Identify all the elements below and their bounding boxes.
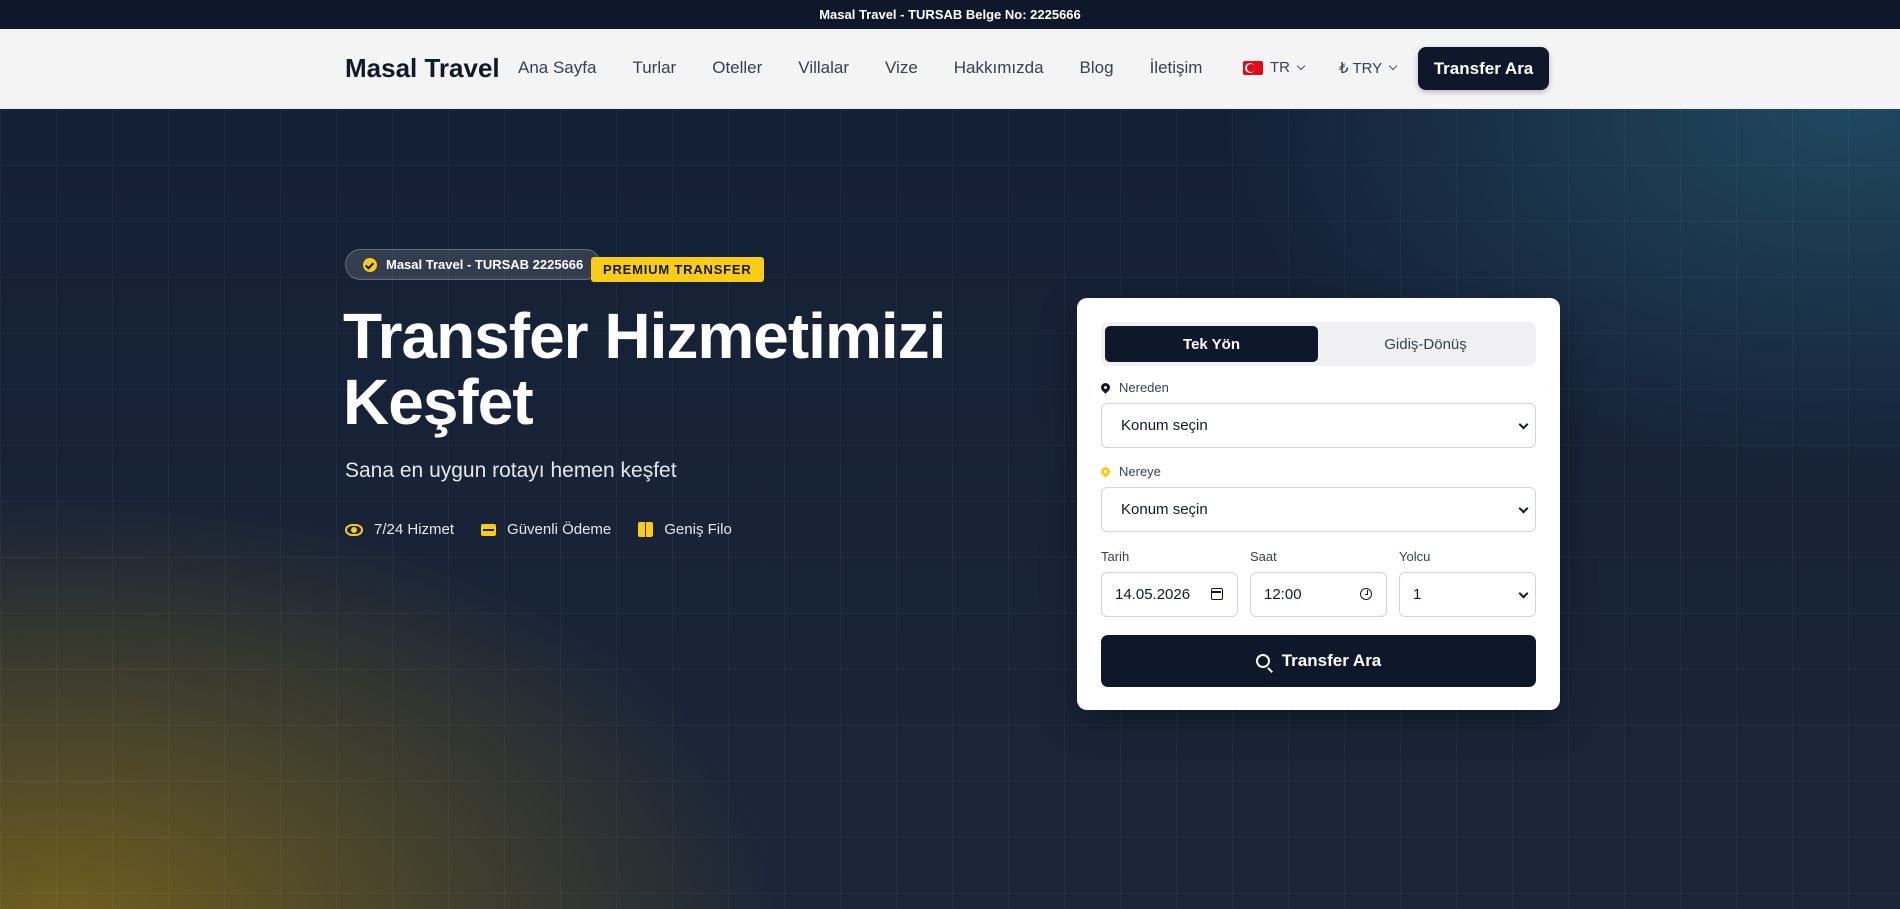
to-label-text: Nereye: [1119, 464, 1161, 479]
to-select[interactable]: Konum seçin: [1101, 487, 1536, 532]
nav-link-villalar[interactable]: Villalar: [798, 58, 849, 78]
box-icon: [638, 522, 654, 537]
to-label: Nereye: [1099, 464, 1161, 479]
transfer-search-label: Transfer Ara: [1281, 651, 1382, 670]
tab-one-way[interactable]: Tek Yön: [1105, 326, 1318, 362]
map-pin-icon: [1099, 465, 1112, 478]
from-select-value: Konum seçin: [1121, 417, 1208, 434]
nav-link-turlar[interactable]: Turlar: [632, 58, 676, 78]
currency-label: ₺ TRY: [1339, 60, 1383, 77]
hero-subtitle: Sana en uygun rotayı hemen keşfet: [345, 459, 677, 482]
trip-type-tabs: Tek Yön Gidiş-Dönüş: [1101, 322, 1536, 366]
feature-label: Güvenli Ödeme: [507, 521, 612, 538]
main-navbar: Masal Travel Ana Sayfa Turlar Oteller Vi…: [0, 29, 1900, 109]
transfer-search-card: Tek Yön Gidiş-Dönüş Nereden Konum seçin …: [1077, 298, 1560, 710]
time-label: Saat: [1250, 549, 1277, 564]
premium-tag: PREMIUM TRANSFER: [591, 257, 764, 282]
time-input[interactable]: 12:00: [1250, 572, 1387, 617]
announcement-bar: Masal Travel - TURSAB Belge No: 2225666: [0, 0, 1900, 29]
header-transfer-search-button[interactable]: Transfer Ara: [1418, 47, 1549, 90]
clock-icon[interactable]: [1360, 588, 1372, 600]
hero-title: Transfer Hizmetimizi Keşfet: [343, 303, 983, 435]
currency-selector[interactable]: ₺ TRY: [1339, 59, 1398, 77]
turkey-flag-icon: [1243, 60, 1263, 75]
chevron-down-icon: [1518, 588, 1529, 599]
feature-list: 7/24 Hizmet Güvenli Ödeme Geniş Filo: [345, 521, 759, 538]
nav-link-oteller[interactable]: Oteller: [712, 58, 762, 78]
nav-link-ana-sayfa[interactable]: Ana Sayfa: [518, 58, 596, 78]
feature-24-7: 7/24 Hizmet: [345, 521, 454, 538]
map-pin-icon: [1099, 381, 1112, 394]
announcement-text: Masal Travel - TURSAB Belge No: 2225666: [819, 7, 1081, 22]
nav-link-hakkimizda[interactable]: Hakkımızda: [954, 58, 1044, 78]
chevron-down-icon: [1296, 61, 1306, 70]
brand-logo[interactable]: Masal Travel: [345, 53, 500, 84]
to-select-value: Konum seçin: [1121, 501, 1208, 518]
card-icon: [481, 523, 497, 536]
nav-link-blog[interactable]: Blog: [1080, 58, 1114, 78]
hero-title-line1: Transfer Hizmetimizi: [343, 300, 946, 372]
feature-wide-fleet: Geniş Filo: [638, 521, 732, 538]
calendar-icon[interactable]: [1211, 588, 1223, 600]
nav-link-vize[interactable]: Vize: [885, 58, 918, 78]
chevron-down-icon: [1388, 61, 1398, 71]
tursab-badge-text: Masal Travel - TURSAB 2225666: [386, 257, 584, 272]
time-value: 12:00: [1264, 586, 1302, 603]
tursab-badge: Masal Travel - TURSAB 2225666: [345, 249, 602, 280]
chevron-down-icon: [1518, 503, 1529, 514]
from-select[interactable]: Konum seçin: [1101, 403, 1536, 448]
feature-label: 7/24 Hizmet: [374, 521, 455, 538]
hero-title-line2: Keşfet: [343, 366, 534, 438]
search-icon: [1255, 654, 1270, 668]
chevron-down-icon: [1518, 419, 1529, 430]
eye-icon: [345, 523, 363, 536]
passengers-value: 1: [1413, 586, 1422, 603]
hero-section: Masal Travel - TURSAB 2225666 PREMIUM TR…: [0, 109, 1900, 909]
passengers-select[interactable]: 1: [1399, 572, 1536, 617]
from-label-text: Nereden: [1119, 380, 1169, 395]
passengers-label: Yolcu: [1399, 549, 1431, 564]
feature-secure-payment: Güvenli Ödeme: [481, 521, 611, 538]
from-label: Nereden: [1099, 380, 1169, 395]
date-label: Tarih: [1101, 549, 1130, 564]
main-nav: Ana Sayfa Turlar Oteller Villalar Vize H…: [518, 58, 1202, 78]
tab-round-trip[interactable]: Gidiş-Dönüş: [1319, 326, 1532, 362]
language-selector[interactable]: TR: [1243, 59, 1306, 76]
date-input[interactable]: 14.05.2026: [1101, 572, 1238, 617]
hero-grid-background: [0, 109, 1900, 909]
transfer-search-button[interactable]: Transfer Ara: [1101, 635, 1536, 687]
feature-label: Geniş Filo: [664, 521, 732, 538]
language-code: TR: [1270, 59, 1290, 76]
nav-link-iletisim[interactable]: İletişim: [1150, 58, 1203, 78]
check-circle-icon: [363, 257, 377, 272]
date-value: 14.05.2026: [1115, 586, 1191, 603]
